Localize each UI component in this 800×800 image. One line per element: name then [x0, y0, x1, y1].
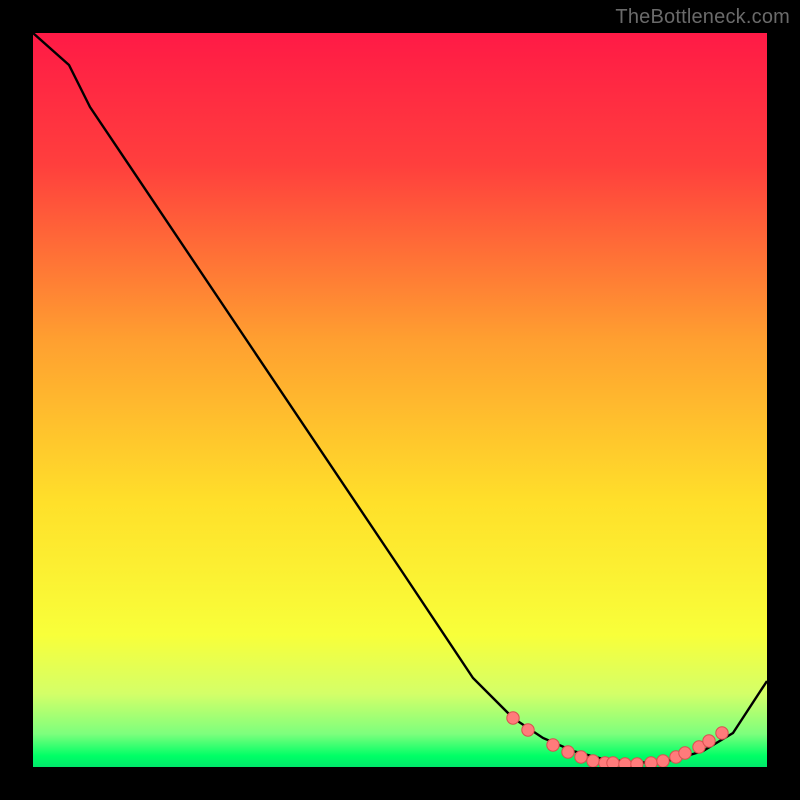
- curve-marker: [507, 712, 519, 724]
- curve-marker: [547, 739, 559, 751]
- curve-marker: [575, 751, 587, 763]
- curve-marker: [562, 746, 574, 758]
- gradient-bg: [33, 33, 767, 767]
- curve-marker: [657, 755, 669, 767]
- curve-marker: [703, 735, 715, 747]
- curve-marker: [645, 757, 657, 767]
- watermark-label: TheBottleneck.com: [615, 6, 790, 29]
- chart-frame: TheBottleneck.com: [0, 0, 800, 800]
- curve-marker: [522, 724, 534, 736]
- chart-svg: [33, 33, 767, 767]
- plot-area: [33, 33, 767, 767]
- curve-marker: [587, 755, 599, 767]
- curve-marker: [607, 757, 619, 767]
- curve-marker: [631, 758, 643, 767]
- curve-marker: [619, 758, 631, 767]
- curve-marker: [679, 747, 691, 759]
- curve-marker: [716, 727, 728, 739]
